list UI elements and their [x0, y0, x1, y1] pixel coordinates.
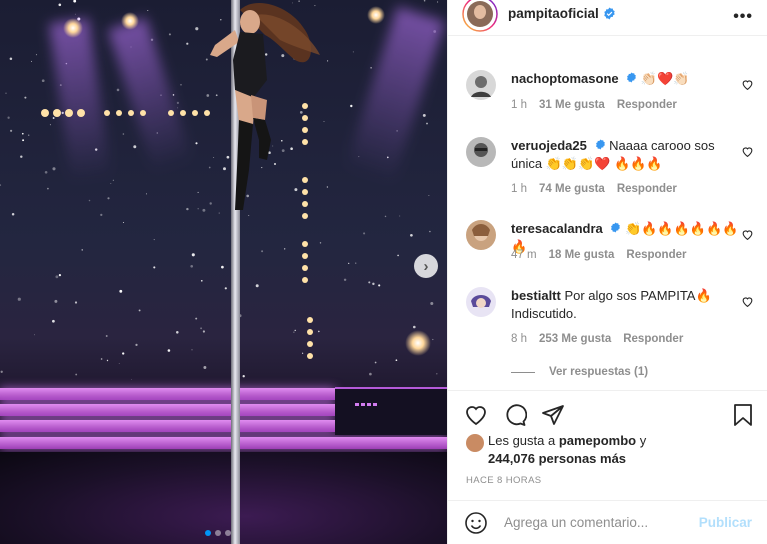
comment-text: veruojeda25 Naaaa carooo sos única 👏👏👏❤️… [511, 137, 743, 173]
post-timestamp[interactable]: HACE 8 HORAS [466, 475, 542, 486]
comment-content: 👏🏻❤️👏🏻 [640, 71, 690, 86]
likes-count-link[interactable]: 244,076 personas más [488, 451, 626, 466]
comment-username[interactable]: nachoptomasone [511, 71, 619, 86]
share-paper-plane-icon[interactable] [541, 403, 565, 427]
replies-divider [511, 371, 535, 373]
likes-prefix: Les gusta a [488, 433, 559, 448]
heart-icon[interactable] [741, 145, 754, 158]
comment-time[interactable]: 1 h [511, 99, 527, 111]
post-photo[interactable]: › [0, 0, 447, 544]
heart-icon[interactable] [741, 78, 754, 91]
stage-step [0, 420, 335, 432]
liker-username[interactable]: pamepombo [559, 433, 636, 448]
comment-meta: 47 m 18 Me gusta Responder [511, 249, 686, 261]
post-username-text[interactable]: pampitaoficial [508, 6, 599, 21]
comment-meta: 1 h 31 Me gusta Responder [511, 99, 677, 111]
comment-like-count[interactable]: 31 Me gusta [539, 99, 605, 111]
comment-like-count[interactable]: 253 Me gusta [539, 333, 611, 345]
heart-icon[interactable] [741, 228, 754, 241]
view-replies-button[interactable]: Ver respuestas (1) [511, 366, 648, 378]
carousel-dot-active [205, 530, 211, 536]
liker-avatar[interactable] [466, 434, 484, 452]
carousel-dot [225, 530, 231, 536]
like-heart-icon[interactable] [464, 403, 488, 427]
pole-dancer-figure [210, 2, 320, 210]
view-replies-label[interactable]: Ver respuestas (1) [549, 366, 648, 378]
comment-username[interactable]: bestialtt [511, 288, 561, 303]
carousel-indicator [205, 530, 231, 536]
comment-bubble-icon[interactable] [503, 403, 527, 427]
post-username[interactable]: pampitaoficial [508, 6, 616, 21]
post-side-panel: pampitaoficial ••• nachoptomasone 👏🏻❤️👏🏻… [447, 0, 767, 544]
stage-step [0, 388, 335, 400]
post-header: pampitaoficial ••• [448, 0, 767, 36]
verified-badge-icon [604, 7, 615, 20]
reply-button[interactable]: Responder [617, 99, 677, 111]
comment-username[interactable]: veruojeda25 [511, 138, 587, 153]
chevron-right-icon: › [423, 257, 429, 275]
commenter-avatar[interactable] [466, 70, 496, 100]
comment-meta: 1 h 74 Me gusta Responder [511, 183, 677, 195]
comment-time[interactable]: 1 h [511, 183, 527, 195]
verified-badge-icon [611, 222, 621, 233]
commenter-avatar[interactable] [466, 220, 496, 250]
more-options-icon[interactable]: ••• [733, 8, 753, 26]
carousel-dot [215, 530, 221, 536]
save-bookmark-icon[interactable] [732, 403, 754, 427]
add-comment-bar: Agrega un comentario... Publicar [448, 500, 767, 544]
commenter-avatar[interactable] [466, 137, 496, 167]
comment-username[interactable]: teresacalandra [511, 221, 603, 236]
comment-like-count[interactable]: 18 Me gusta [549, 249, 615, 261]
comment-time[interactable]: 8 h [511, 333, 527, 345]
reply-button[interactable]: Responder [626, 249, 686, 261]
comment-like-count[interactable]: 74 Me gusta [539, 183, 605, 195]
comment-text: nachoptomasone 👏🏻❤️👏🏻 [511, 70, 743, 88]
stage-step [0, 437, 447, 449]
reply-button[interactable]: Responder [617, 183, 677, 195]
verified-badge-icon [627, 72, 637, 83]
comment-meta: 8 h 253 Me gusta Responder [511, 333, 683, 345]
profile-avatar[interactable] [462, 0, 498, 32]
likes-summary: Les gusta a pamepombo y 244,076 personas… [466, 432, 646, 468]
verified-badge-icon [595, 139, 605, 150]
emoji-smiley-icon[interactable] [464, 511, 488, 535]
comment-input[interactable]: Agrega un comentario... [504, 515, 699, 530]
next-photo-button[interactable]: › [414, 254, 438, 278]
likes-join: y [636, 433, 647, 448]
heart-icon[interactable] [741, 295, 754, 308]
publish-button[interactable]: Publicar [699, 515, 752, 530]
stage-screen [335, 387, 447, 435]
reply-button[interactable]: Responder [623, 333, 683, 345]
comment-text: bestialtt Por algo sos PAMPITA🔥 Indiscut… [511, 287, 743, 323]
stage-step [0, 404, 335, 416]
commenter-avatar[interactable] [466, 287, 496, 317]
comment-time[interactable]: 47 m [511, 249, 537, 261]
